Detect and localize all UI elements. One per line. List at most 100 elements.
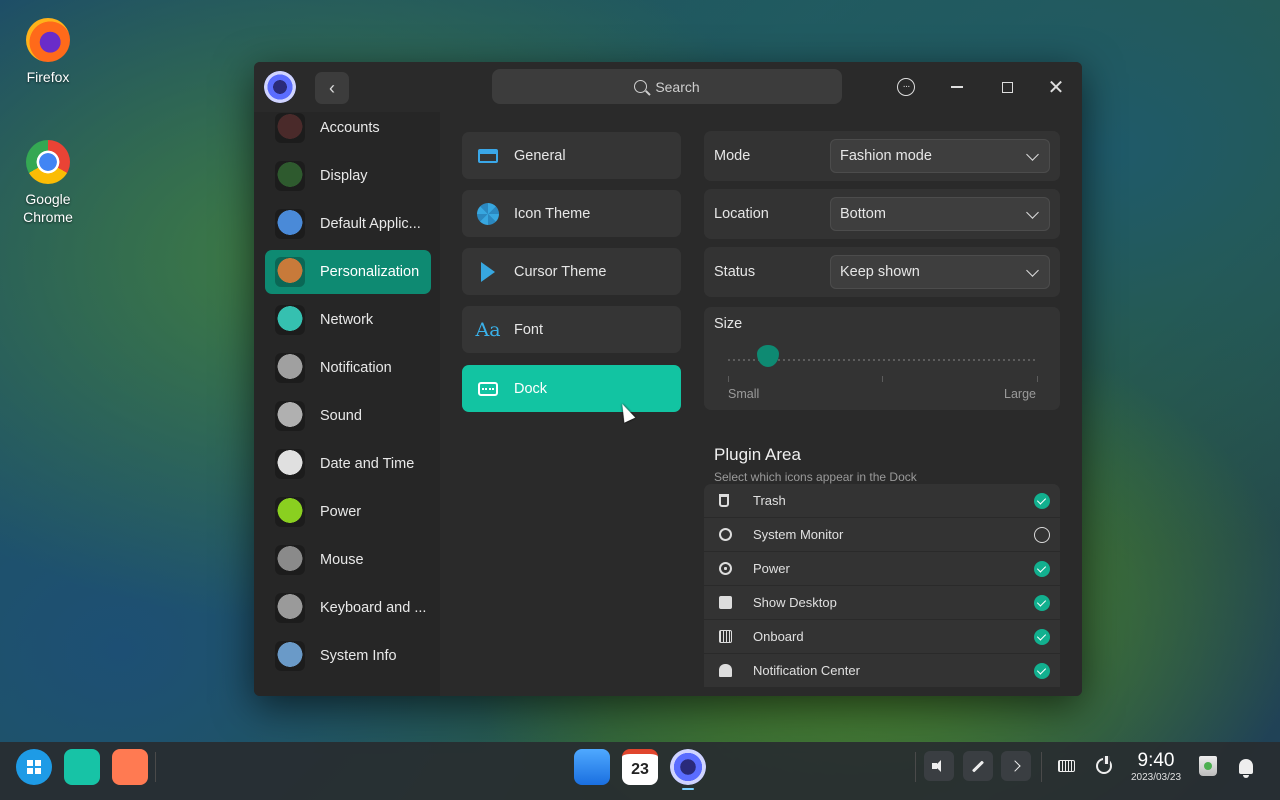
plugin-area-subtitle: Select which icons appear in the Dock <box>714 470 917 484</box>
unchecked-icon[interactable] <box>1034 527 1050 543</box>
sidebar-item-label: Notification <box>320 360 392 376</box>
desktop-icon-chrome[interactable]: Google Chrome <box>8 140 88 226</box>
system-info-icon <box>275 641 305 671</box>
sidebar-item-label: Network <box>320 312 374 328</box>
sidebar-item-keyboard-and[interactable]: Keyboard and ... <box>265 586 431 630</box>
launcher-button[interactable] <box>16 749 52 785</box>
subnav-item-label: General <box>514 147 566 164</box>
location-value: Bottom <box>840 206 886 222</box>
bell-icon <box>1239 758 1253 778</box>
mode-select[interactable]: Fashion mode <box>830 139 1050 173</box>
expand-tray-button[interactable] <box>1001 751 1031 781</box>
sidebar-item-accounts[interactable]: Accounts <box>265 112 431 150</box>
chevron-down-icon <box>1026 264 1039 277</box>
plugin-row-power[interactable]: Power <box>704 552 1060 585</box>
subnav-item-dock[interactable]: Dock <box>462 365 681 412</box>
maximize-button[interactable] <box>992 72 1022 102</box>
calendar-day: 23 <box>631 760 649 778</box>
subnav-item-icon-theme[interactable]: Icon Theme <box>462 190 681 237</box>
sidebar-item-label: Personalization <box>320 264 420 280</box>
sidebar-item-network[interactable]: Network <box>265 298 431 342</box>
checked-icon[interactable] <box>1034 663 1050 679</box>
plugin-row-system-monitor[interactable]: System Monitor <box>704 518 1060 551</box>
minimize-button[interactable] <box>942 72 972 102</box>
display-icon <box>275 161 305 191</box>
plugin-row-onboard[interactable]: Onboard <box>704 620 1060 653</box>
slider-tick <box>1037 376 1038 382</box>
sidebar-item-system-info[interactable]: System Info <box>265 634 431 678</box>
subnav-item-font[interactable]: Aa Font <box>462 306 681 353</box>
clock-time: 9:40 <box>1137 750 1175 771</box>
sidebar-item-label: Mouse <box>320 552 364 568</box>
more-icon: ··· <box>897 78 915 96</box>
volume-muted-button[interactable] <box>924 751 954 781</box>
back-button[interactable]: ‹ <box>315 72 349 104</box>
sidebar-item-date-and-time[interactable]: Date and Time <box>265 442 431 486</box>
sidebar-item-sound[interactable]: Sound <box>265 394 431 438</box>
status-label: Status <box>714 264 756 280</box>
more-options-button[interactable]: ··· <box>891 72 921 102</box>
plugin-area-title: Plugin Area <box>714 445 801 464</box>
notification-center-button[interactable] <box>1231 751 1261 781</box>
subnav-item-general[interactable]: General <box>462 132 681 179</box>
status-select[interactable]: Keep shown <box>830 255 1050 289</box>
power-icon <box>719 562 732 575</box>
plugin-label: Notification Center <box>753 663 860 678</box>
search-input[interactable]: Search <box>492 69 842 104</box>
calendar-app[interactable]: 23 <box>622 749 658 785</box>
mouse-icon <box>275 545 305 575</box>
plugin-label: Onboard <box>753 629 804 644</box>
size-min-label: Small <box>728 387 760 401</box>
sound-icon <box>275 401 305 431</box>
default-apps-icon <box>275 209 305 239</box>
sidebar-item-power[interactable]: Power <box>265 490 431 534</box>
control-center-app[interactable] <box>670 749 706 785</box>
file-manager-app[interactable] <box>574 749 610 785</box>
network-icon <box>275 305 305 335</box>
sidebar-item-display[interactable]: Display <box>265 154 431 198</box>
dock-settings-panel: Mode Fashion mode Location Bottom Status… <box>696 112 1082 696</box>
sidebar-item-notification[interactable]: Notification <box>265 346 431 390</box>
subnav-item-label: Dock <box>514 380 548 397</box>
sidebar-item-label: Date and Time <box>320 456 415 472</box>
power-icon <box>1096 756 1112 774</box>
accounts-icon <box>275 113 305 143</box>
subnav-item-cursor-theme[interactable]: Cursor Theme <box>462 248 681 295</box>
trash-button[interactable] <box>1193 751 1223 781</box>
personalization-subnav: General Icon Theme Cursor Theme Aa Font … <box>440 112 696 696</box>
subnav-item-label: Cursor Theme <box>514 263 607 280</box>
status-value: Keep shown <box>840 264 920 280</box>
firefox-icon <box>26 18 70 62</box>
chrome-icon <box>26 140 70 184</box>
checked-icon[interactable] <box>1034 561 1050 577</box>
sidebar-item-label: Display <box>320 168 368 184</box>
general-icon <box>476 144 500 168</box>
sidebar-item-personalization[interactable]: Personalization <box>265 250 431 294</box>
onboard-keyboard-button[interactable] <box>1051 751 1081 781</box>
screen-capture-button[interactable] <box>963 751 993 781</box>
power-button[interactable] <box>1089 751 1119 781</box>
workspace-button[interactable] <box>112 749 148 785</box>
plugin-row-trash[interactable]: Trash <box>704 484 1060 517</box>
checked-icon[interactable] <box>1034 629 1050 645</box>
active-app-indicator <box>682 788 694 790</box>
multitasking-view-button[interactable] <box>64 749 100 785</box>
search-icon <box>634 80 648 93</box>
battery-icon <box>275 497 305 527</box>
checked-icon[interactable] <box>1034 595 1050 611</box>
taskbar-separator <box>915 752 916 782</box>
dock-icon <box>476 377 500 401</box>
checked-icon[interactable] <box>1034 493 1050 509</box>
desktop-icon-firefox[interactable]: Firefox <box>8 18 88 86</box>
sidebar-item-label: Accounts <box>320 120 380 136</box>
close-button[interactable]: ✕ <box>1041 72 1071 102</box>
plugin-row-notification-center[interactable]: Notification Center <box>704 654 1060 687</box>
location-select[interactable]: Bottom <box>830 197 1050 231</box>
slider-tick <box>728 376 729 382</box>
size-slider-handle[interactable] <box>757 345 780 367</box>
trash-icon <box>1199 756 1217 776</box>
sidebar-item-mouse[interactable]: Mouse <box>265 538 431 582</box>
sidebar-item-default-applic[interactable]: Default Applic... <box>265 202 431 246</box>
clock[interactable]: 9:40 2023/03/23 <box>1126 750 1186 784</box>
plugin-row-show-desktop[interactable]: Show Desktop <box>704 586 1060 619</box>
